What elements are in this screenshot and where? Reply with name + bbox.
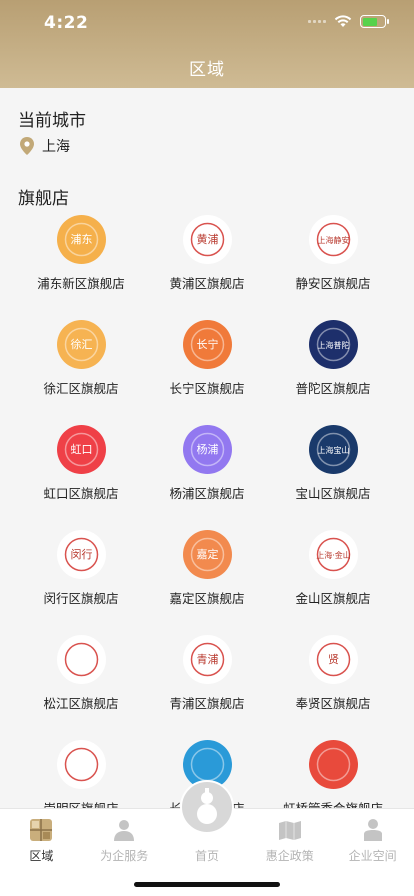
current-city-heading: 当前城市	[18, 111, 86, 131]
store-logo-text: 长宁	[196, 337, 218, 351]
tab-enterprise-service[interactable]: 为企服务	[83, 817, 166, 864]
store-name: 黄浦区旗舰店	[169, 276, 245, 291]
fengxian-logo-icon: 贤	[308, 635, 358, 684]
flagship-heading: 旗舰店	[18, 189, 69, 209]
region-tab-icon	[30, 819, 53, 841]
status-time: 4:22	[44, 13, 89, 33]
store-item[interactable]: 崇明区旗舰店	[12, 740, 150, 808]
store-name: 奉贤区旗舰店	[295, 696, 371, 711]
store-name: 静安区旗舰店	[295, 276, 371, 291]
songjiang-logo-icon	[56, 635, 106, 684]
jiading-logo-icon: 嘉定	[182, 530, 232, 579]
store-name: 松江区旗舰店	[43, 696, 119, 711]
putuo-logo-icon: 上海普陀	[308, 320, 358, 369]
store-logo-text: 青浦	[196, 653, 218, 666]
signal-icon	[308, 20, 326, 23]
store-logo-text: 嘉定	[196, 547, 218, 561]
store-name: 浦东新区旗舰店	[37, 276, 125, 291]
wifi-icon	[334, 15, 352, 27]
store-item[interactable]: 黄浦 黄浦区旗舰店	[138, 215, 276, 292]
nav-header: 4:22 区域	[0, 0, 414, 88]
store-item[interactable]: 嘉定 嘉定区旗舰店	[138, 530, 276, 607]
service-tab-icon	[114, 820, 135, 841]
tab-enterprise-service-label: 为企服务	[100, 849, 149, 863]
home-gourd-button[interactable]	[180, 780, 234, 834]
store-item[interactable]: 青浦 青浦区旗舰店	[138, 635, 276, 712]
home-indicator	[134, 882, 280, 887]
chongming-logo-icon	[56, 740, 106, 789]
store-item[interactable]: 虹口 虹口区旗舰店	[12, 425, 150, 502]
baoshan-logo-icon: 上海宝山	[308, 425, 358, 474]
changning-logo-icon: 长宁	[182, 320, 232, 369]
store-item[interactable]: 贤奉贤区旗舰店	[264, 635, 402, 712]
location-pin-icon	[20, 137, 34, 155]
store-name: 嘉定区旗舰店	[169, 591, 245, 606]
status-icons	[308, 15, 389, 28]
store-item[interactable]: 虹桥管委会旗舰店	[264, 740, 402, 808]
store-logo-text: 上海普陀	[317, 340, 349, 350]
pudong-logo-icon: 浦东	[56, 215, 106, 264]
tab-policy[interactable]: 惠企政策	[248, 817, 331, 864]
tab-home-label: 首页	[194, 849, 219, 863]
huangpu-logo-icon: 黄浦	[182, 215, 232, 264]
store-logo-text: 贤	[328, 653, 339, 666]
store-item[interactable]: 闵行 闵行区旗舰店	[12, 530, 150, 607]
store-item[interactable]: 长宁 长宁区旗舰店	[138, 320, 276, 397]
jingan-logo-icon: 上海静安	[308, 215, 358, 264]
store-item[interactable]: 上海普陀普陀区旗舰店	[264, 320, 402, 397]
store-name: 虹口区旗舰店	[43, 486, 119, 501]
jinshan-logo-icon: 上海·金山	[308, 530, 358, 579]
tab-enterprise-space[interactable]: 企业空间	[331, 817, 414, 864]
store-logo-text: 黄浦	[196, 232, 218, 246]
store-name: 长宁区旗舰店	[169, 381, 245, 396]
gourd-icon	[197, 788, 217, 824]
store-item[interactable]: 上海宝山宝山区旗舰店	[264, 425, 402, 502]
battery-icon	[360, 15, 389, 28]
page-title: 区域	[189, 60, 225, 80]
minhang-logo-icon: 闵行	[56, 530, 106, 579]
store-item[interactable]: 浦东 浦东新区旗舰店	[12, 215, 150, 292]
tab-region[interactable]: 区域	[0, 817, 83, 864]
tab-enterprise-space-label: 企业空间	[348, 849, 397, 863]
store-logo-text: 上海静安	[317, 235, 349, 245]
store-logo-text: 闵行	[70, 547, 92, 561]
store-name: 崇明区旗舰店	[12, 798, 150, 808]
store-item[interactable]: 上海静安静安区旗舰店	[264, 215, 402, 292]
store-logo-text: 杨浦	[196, 442, 218, 456]
store-name: 杨浦区旗舰店	[169, 486, 245, 501]
store-logo-text: 徐汇	[70, 337, 92, 351]
store-logo-text: 虹口	[70, 443, 92, 456]
current-city-name: 上海	[42, 139, 70, 155]
current-city-row[interactable]: 上海	[20, 136, 70, 156]
region-content[interactable]: 当前城市 上海 旗舰店 浦东 浦东新区旗舰店 黄浦 黄浦区旗舰店 上海静安 静安区旗舰店徐…	[0, 88, 414, 808]
store-name: 金山区旗舰店	[295, 591, 371, 606]
store-item[interactable]: 杨浦 杨浦区旗舰店	[138, 425, 276, 502]
tab-region-label: 区域	[29, 849, 54, 863]
store-item[interactable]: 松江区旗舰店	[12, 635, 150, 712]
space-tab-icon	[363, 819, 382, 841]
store-logo-text: 上海宝山	[317, 445, 349, 455]
hongkou-logo-icon: 虹口	[56, 425, 106, 474]
store-name: 闵行区旗舰店	[43, 591, 119, 606]
store-name: 普陀区旗舰店	[295, 381, 371, 396]
store-name: 青浦区旗舰店	[169, 696, 245, 711]
store-item[interactable]: 徐汇 徐汇区旗舰店	[12, 320, 150, 397]
tab-policy-label: 惠企政策	[265, 849, 314, 863]
store-name: 徐汇区旗舰店	[43, 381, 119, 396]
qingpu-logo-icon: 青浦	[182, 635, 232, 684]
store-item[interactable]: 上海·金山金山区旗舰店	[264, 530, 402, 607]
hongqiao-logo-icon	[308, 740, 358, 789]
store-logo-text: 上海·金山	[316, 550, 351, 560]
policy-tab-icon	[278, 821, 301, 840]
store-name: 宝山区旗舰店	[295, 486, 371, 501]
store-name: 虹桥管委会旗舰店	[264, 798, 402, 808]
store-logo-text: 浦东	[70, 233, 92, 246]
yangpu-logo-icon: 杨浦	[182, 425, 232, 474]
xuhui-logo-icon: 徐汇	[56, 320, 106, 369]
